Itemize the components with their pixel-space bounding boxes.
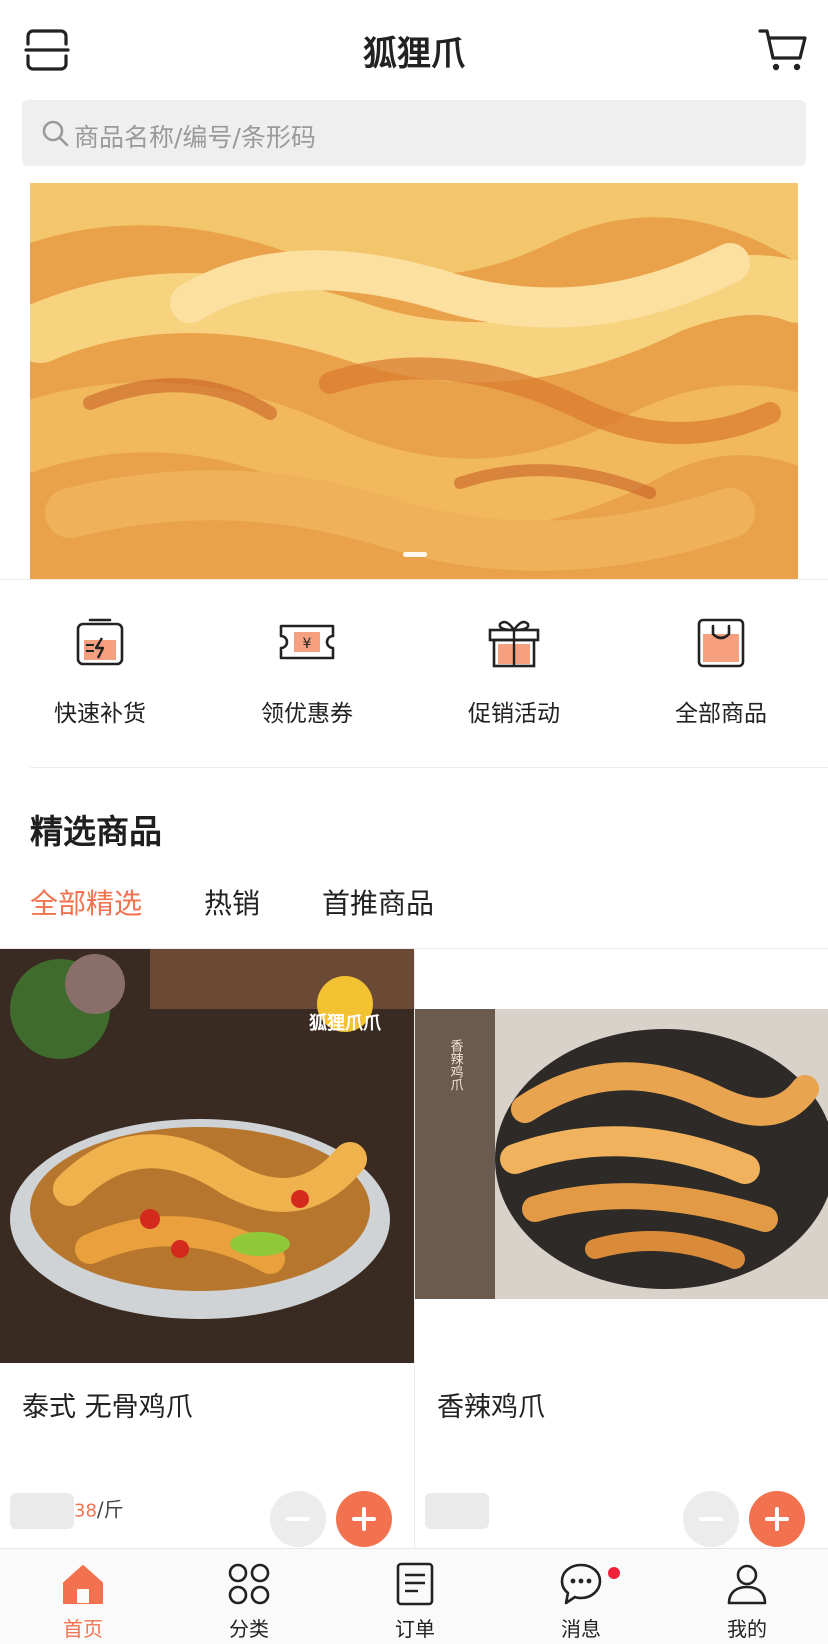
tabbar-item-orders[interactable]: 订单 xyxy=(332,1549,498,1644)
quick-item-promotion[interactable]: 促销活动 xyxy=(414,600,614,750)
search-icon xyxy=(42,120,69,147)
add-button[interactable] xyxy=(336,1491,392,1547)
section-title: 精选商品 xyxy=(30,812,162,851)
tabbar-label: 消息 xyxy=(561,1617,601,1641)
spicy-chicken-feet-image: 香辣鸡爪 xyxy=(415,949,828,1363)
tab-recommended[interactable]: 首推商品 xyxy=(322,882,434,922)
product-price xyxy=(425,1493,489,1529)
product-image[interactable]: 狐狸爪爪 xyxy=(0,949,414,1363)
quick-item-label: 全部商品 xyxy=(675,701,767,727)
unread-badge xyxy=(608,1567,620,1579)
message-bubble-icon xyxy=(560,1563,602,1605)
product-name: 泰式 无骨鸡爪 xyxy=(22,1392,193,1423)
user-profile-icon xyxy=(727,1564,767,1605)
price-unit: /斤 xyxy=(96,1497,124,1522)
promo-banner[interactable] xyxy=(30,183,798,579)
shopping-bag-icon xyxy=(697,618,745,668)
product-grid: 狐狸爪爪 泰式 无骨鸡爪 38/斤 香辣鸡爪 香辣鸡爪 xyxy=(0,948,828,1549)
coupon-yen-icon: ¥ xyxy=(279,624,335,660)
svg-text:¥: ¥ xyxy=(303,636,312,652)
image-side-text: 香辣鸡爪 xyxy=(448,1039,464,1091)
category-grid-icon xyxy=(228,1563,270,1605)
tabbar-label: 分类 xyxy=(229,1617,269,1641)
order-list-icon xyxy=(396,1562,434,1606)
tabbar-label: 订单 xyxy=(395,1617,435,1641)
quick-item-restock[interactable]: 快速补货 xyxy=(0,600,200,750)
quick-item-label: 快速补货 xyxy=(54,701,146,727)
cart-icon[interactable] xyxy=(758,26,808,74)
bottom-tab-bar: 首页 分类 订单 消息 我的 xyxy=(0,1548,828,1644)
add-button[interactable] xyxy=(749,1491,805,1547)
decrease-button[interactable] xyxy=(683,1491,739,1547)
product-price: 38/斤 xyxy=(10,1493,124,1529)
price-blurred xyxy=(10,1493,74,1529)
box-lightning-icon xyxy=(76,618,124,666)
price-blurred xyxy=(425,1493,489,1529)
page-title: 狐狸爪 xyxy=(363,34,465,74)
tab-hot-sale[interactable]: 热销 xyxy=(204,882,260,922)
tabbar-item-messages[interactable]: 消息 xyxy=(498,1549,664,1644)
tab-all-featured[interactable]: 全部精选 xyxy=(30,882,142,922)
product-card[interactable]: 狐狸爪爪 泰式 无骨鸡爪 38/斤 xyxy=(0,949,414,1549)
banner-indicator[interactable] xyxy=(403,552,427,557)
home-icon xyxy=(63,1565,103,1604)
divider xyxy=(0,579,828,580)
app-header: 狐狸爪 xyxy=(0,0,828,96)
divider xyxy=(30,767,828,768)
chicken-feet-banner-image xyxy=(30,183,798,579)
quick-item-coupon[interactable]: ¥ 领优惠券 xyxy=(207,600,407,750)
quick-item-all-products[interactable]: 全部商品 xyxy=(621,600,821,750)
search-placeholder: 商品名称/编号/条形码 xyxy=(74,123,316,152)
decrease-button[interactable] xyxy=(270,1491,326,1547)
product-card[interactable]: 香辣鸡爪 香辣鸡爪 xyxy=(414,949,828,1549)
quick-menu: 快速补货 ¥ 领优惠券 促销活动 全部商品 xyxy=(0,600,828,750)
price-value: 38 xyxy=(74,1500,97,1522)
quick-item-label: 领优惠券 xyxy=(261,701,353,727)
filter-tabs: 全部精选 热销 首推商品 xyxy=(0,882,828,932)
quick-item-label: 促销活动 xyxy=(468,701,560,727)
tabbar-label: 首页 xyxy=(63,1617,103,1641)
gift-box-icon xyxy=(488,620,540,668)
tabbar-item-category[interactable]: 分类 xyxy=(166,1549,332,1644)
image-watermark: 狐狸爪爪 xyxy=(309,1012,382,1034)
home-page: 狐狸爪 商品名称/编号/条形码 快速补货 ¥ 领优惠券 促销活动 全部商品 精选… xyxy=(0,0,828,1644)
tabbar-label: 我的 xyxy=(727,1617,767,1641)
product-name: 香辣鸡爪 xyxy=(437,1392,545,1423)
tabbar-item-home[interactable]: 首页 xyxy=(0,1549,166,1644)
tabbar-item-profile[interactable]: 我的 xyxy=(664,1549,828,1644)
search-bar[interactable]: 商品名称/编号/条形码 xyxy=(22,100,806,166)
product-image[interactable]: 香辣鸡爪 xyxy=(415,949,828,1363)
thai-chicken-feet-image: 狐狸爪爪 xyxy=(0,949,414,1363)
